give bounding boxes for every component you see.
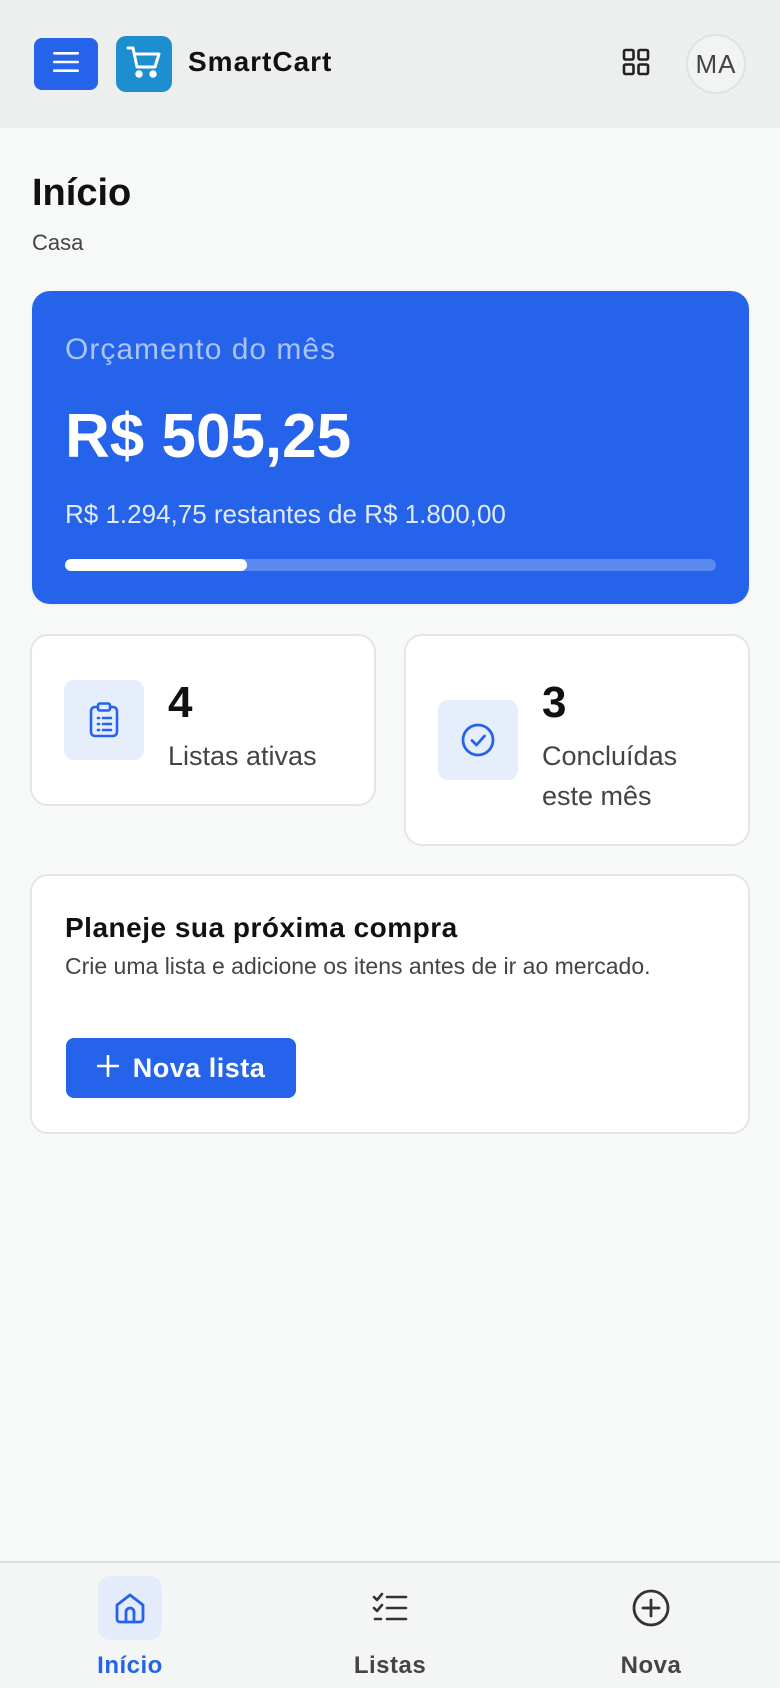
new-list-button-label: Nova lista <box>132 1052 266 1083</box>
plus-circle-icon <box>619 1576 683 1640</box>
clipboard-icon <box>64 680 144 760</box>
active-lists-label: Listas ativas <box>168 741 317 771</box>
nav-item-lists[interactable]: Listas <box>290 1563 490 1688</box>
nav-label-lists: Listas <box>353 1652 427 1679</box>
app-logo <box>116 36 172 92</box>
budget-amount: R$ 505,25 <box>65 402 352 471</box>
completed-lists-card[interactable]: 3 Concluídas este mês <box>404 634 750 846</box>
app-name: SmartCart <box>188 46 333 77</box>
plan-next-purchase-card: Planeje sua próxima compra Crie uma list… <box>30 874 750 1134</box>
app-screen: SmartCart MA Início Casa Orçamento do mê… <box>0 0 780 1688</box>
bottom-navigation: Início Listas Nova <box>0 1561 780 1688</box>
plan-description: Crie uma lista e adicione os itens antes… <box>65 953 651 979</box>
budget-card[interactable]: Orçamento do mês R$ 505,25 R$ 1.294,75 r… <box>32 291 749 604</box>
shopping-cart-icon <box>126 45 162 84</box>
apps-button[interactable] <box>614 44 658 84</box>
nav-label-new: Nova <box>620 1652 682 1679</box>
hamburger-menu-icon <box>53 51 79 78</box>
page-subtitle: Casa <box>32 230 84 255</box>
completed-lists-label: Concluídas este mês <box>542 741 678 811</box>
user-avatar[interactable]: MA <box>686 34 746 94</box>
grid-icon <box>622 48 650 81</box>
budget-progress-bar <box>65 559 716 571</box>
nav-item-new[interactable]: Nova <box>551 1563 751 1688</box>
page-title: Início <box>32 172 132 214</box>
nav-item-home[interactable]: Início <box>30 1563 230 1688</box>
home-icon <box>98 1576 162 1640</box>
budget-label: Orçamento do mês <box>65 333 337 366</box>
budget-remaining-text: R$ 1.294,75 restantes de R$ 1.800,00 <box>65 499 506 529</box>
active-lists-count: 4 <box>168 678 193 727</box>
plan-title: Planeje sua próxima compra <box>65 912 458 943</box>
top-app-bar: SmartCart MA <box>0 0 780 128</box>
menu-button[interactable] <box>34 38 98 90</box>
plus-icon <box>96 1053 120 1084</box>
budget-progress-fill <box>65 559 248 571</box>
new-list-button[interactable]: Nova lista <box>66 1038 296 1098</box>
active-lists-card[interactable]: 4 Listas ativas <box>30 634 376 806</box>
completed-lists-count: 3 <box>542 678 567 727</box>
checklist-icon <box>358 1576 422 1640</box>
check-circle-icon <box>438 700 518 780</box>
nav-label-home: Início <box>97 1652 163 1679</box>
